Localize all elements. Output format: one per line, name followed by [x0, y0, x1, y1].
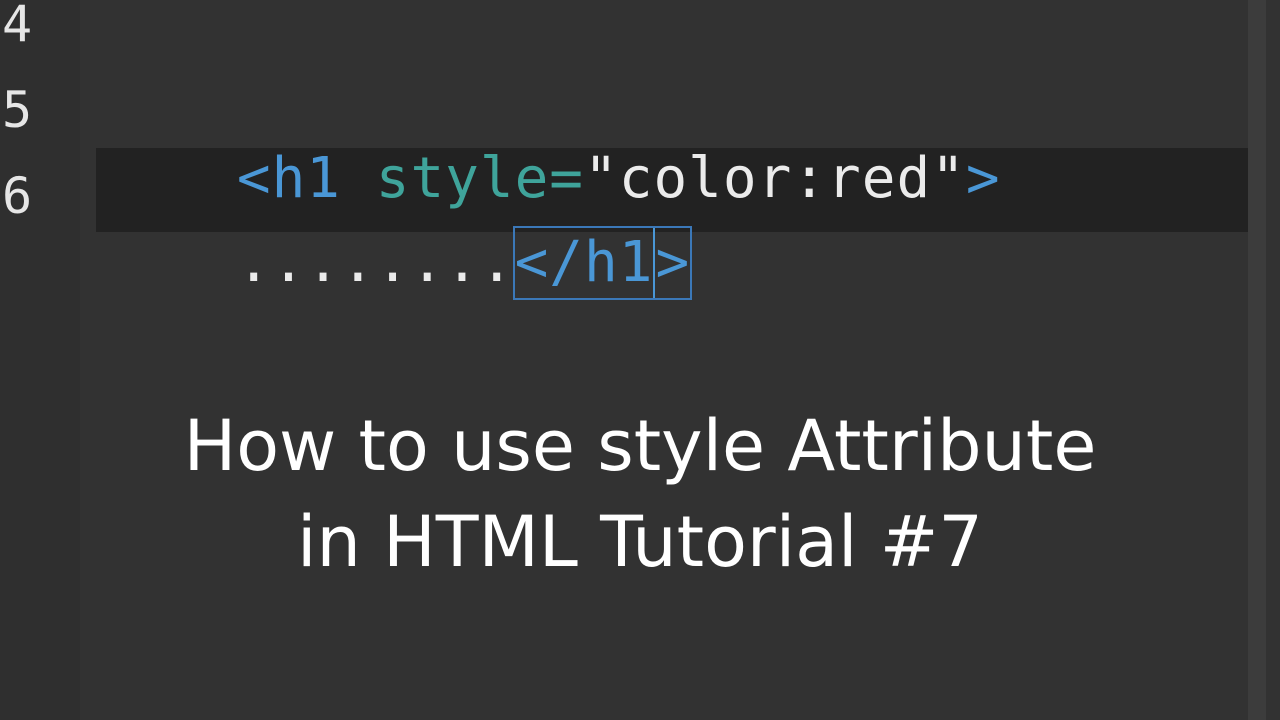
line-number-gutter: 4 5 6	[0, 0, 80, 720]
vertical-scrollbar[interactable]	[1248, 0, 1266, 720]
code-line-6[interactable]: ........</h1>	[98, 158, 693, 368]
line-number-4: 4	[2, 0, 33, 53]
title-line-2: in HTML Tutorial #7	[297, 501, 983, 583]
title-line-1: How to use style Attribute	[183, 405, 1097, 487]
tag-end-token: >	[965, 146, 1001, 211]
video-title-overlay: How to use style Attribute in HTML Tutor…	[0, 398, 1280, 590]
close-tag-end-token: >	[655, 230, 691, 295]
close-tag-token: </h1	[514, 230, 654, 295]
matched-closing-tag: </h1>	[512, 226, 693, 300]
code-editor[interactable]: 4 5 6 <h1 style="color:red"> ........</h…	[0, 0, 1280, 720]
line-number-5: 5	[2, 81, 33, 139]
indent-whitespace-dots: ........	[236, 230, 515, 295]
line-number-6: 6	[2, 167, 33, 225]
